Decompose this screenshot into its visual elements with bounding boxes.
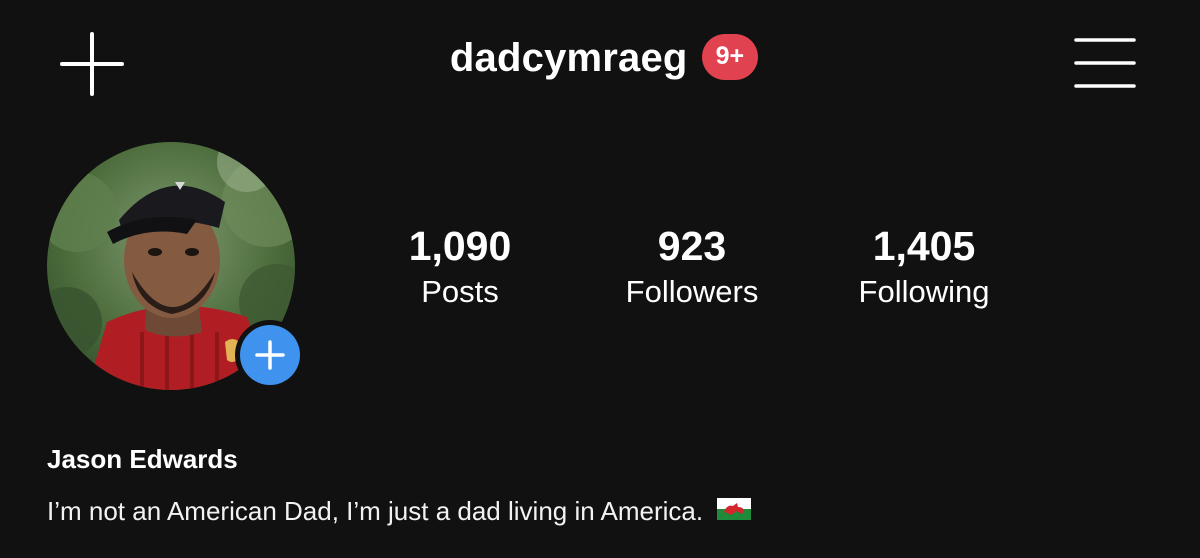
menu-button[interactable] [1070, 32, 1140, 94]
following-count: 1,405 [872, 223, 976, 269]
profile-screen: dadcymraeg 9+ 1,090 Posts 923 Followers … [0, 0, 1200, 558]
bio-text: I’m not an American Dad, I’m just a dad … [47, 496, 704, 526]
add-story-button[interactable] [235, 320, 305, 390]
stat-following[interactable]: 1,405 Following [804, 222, 1044, 312]
posts-label: Posts [421, 274, 499, 309]
stat-posts[interactable]: 1,090 Posts [340, 222, 580, 312]
profile-header: dadcymraeg 9+ [0, 33, 1200, 81]
add-story-circle [240, 325, 300, 385]
username-title[interactable]: dadcymraeg [450, 36, 688, 81]
posts-count: 1,090 [408, 223, 512, 269]
notification-badge[interactable]: 9+ [701, 33, 759, 80]
profile-full-name: Jason Edwards [47, 444, 238, 474]
followers-label: Followers [625, 274, 759, 309]
hamburger-menu-icon [1074, 38, 1136, 88]
welsh-flag-icon [717, 496, 752, 527]
stat-followers[interactable]: 923 Followers [572, 222, 812, 312]
followers-count: 923 [657, 223, 727, 269]
plus-icon [255, 340, 285, 370]
profile-bio: I’m not an American Dad, I’m just a dad … [47, 496, 752, 527]
following-label: Following [858, 274, 990, 309]
